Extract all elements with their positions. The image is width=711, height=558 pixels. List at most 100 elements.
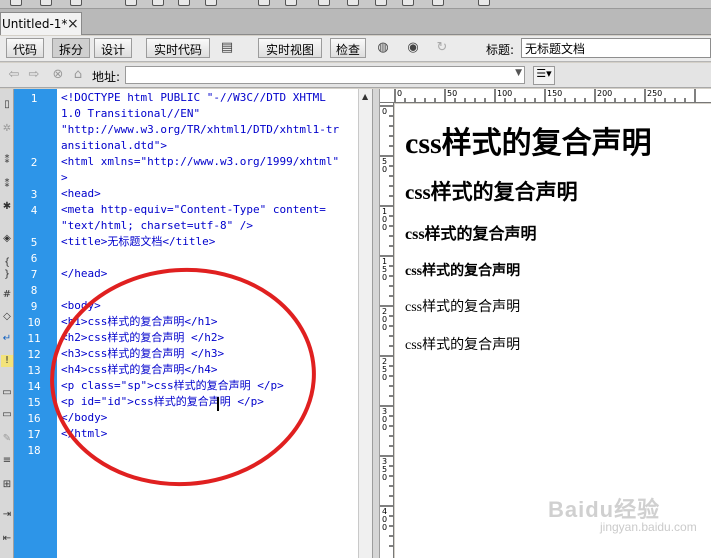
ruler-label: 100 [497,89,513,98]
toolbar-icon[interactable] [40,0,52,6]
toolbar-icon[interactable] [152,0,164,6]
highlight-invalid-code-icon[interactable]: ◇ [1,311,13,323]
toolbar-icon[interactable] [205,0,217,6]
code-line: <meta http-equiv="Content-Type" content= [61,203,326,216]
line-number: 17 [27,428,41,441]
horizontal-ruler: 0 50 100 150 200 250 [380,89,711,103]
collapse-full-tag-icon[interactable]: ⁑ [1,155,13,167]
line-numbers-icon[interactable]: # [1,289,13,301]
scroll-up-arrow-icon[interactable]: ▲ [362,92,368,101]
line-number: 8 [30,284,38,297]
check-compatibility-icon[interactable]: ▤ [218,40,236,56]
code-line: 1.0 Transitional//EN" [61,107,201,120]
wrap-tag-icon[interactable]: ✎ [1,433,13,445]
back-arrow-icon[interactable]: ⇦ [6,67,22,83]
live-view-button[interactable]: 实时视图 [258,38,322,58]
move-css-icon[interactable]: ⊞ [1,479,13,491]
toolbar-icon[interactable] [478,0,490,6]
vertical-ruler: 0 50 100 150 200 250 300 350 400 [380,103,394,558]
ruler-label: 400 [381,507,388,532]
collapse-selection-icon[interactable]: ⁑ [1,179,13,191]
line-number: 2 [30,156,38,169]
toolbar-icon[interactable] [258,0,270,6]
line-number-gutter: 1 2 3 4 5 6 7 8 9 10 11 12 13 14 15 16 1… [14,89,57,558]
toolbar-icon[interactable] [347,0,359,6]
line-number: 10 [27,316,41,329]
open-documents-icon[interactable]: ▯ [1,99,13,111]
stop-icon[interactable]: ⊗ [50,67,66,83]
address-bar: ⇦ ⇨ ⊗ ⌂ 地址: ▼ ☰▾ [0,63,711,88]
line-number: 13 [27,364,41,377]
code-line: <body> [61,299,101,312]
split-view-button[interactable]: 拆分 [52,38,90,58]
line-number: 15 [27,396,41,409]
forward-arrow-icon[interactable]: ⇨ [26,67,42,83]
toolbar-icon[interactable] [178,0,190,6]
expand-all-icon[interactable]: ✱ [1,201,13,213]
inspect-button[interactable]: 检查 [330,38,366,58]
globe-icon[interactable]: ◍ [374,40,392,56]
line-number: 6 [30,252,38,265]
document-toolbar: 代码 拆分 设计 实时代码 ▤ 实时视图 检查 ◍ ◉ ↻ 标题: [0,36,711,62]
chevron-down-icon[interactable]: ▼ [515,68,522,78]
code-line: <p class="sp">css样式的复合声明 </p> [61,379,284,392]
toolbar-icon[interactable] [375,0,387,6]
address-input[interactable]: ▼ [125,66,525,84]
toolbar-icon[interactable] [10,0,22,6]
outdent-code-icon[interactable]: ⇤ [1,533,13,545]
preview-h1: css样式的复合声明 [405,127,652,160]
toolbar-icon[interactable] [432,0,444,6]
preview-h2: css样式的复合声明 [405,180,578,204]
ruler-label: 50 [447,89,458,98]
preview-h3: css样式的复合声明 [405,226,537,243]
ruler-label: 200 [381,307,388,332]
code-view-button[interactable]: 代码 [6,38,44,58]
code-line: <html xmlns="http://www.w3.org/1999/xhtm… [61,155,340,168]
close-tab-icon[interactable]: × [67,16,79,32]
remove-comment-icon[interactable]: ▭ [1,409,13,421]
document-tab[interactable]: Untitled-1* × [0,12,82,35]
line-number: 18 [27,444,41,457]
live-code-button[interactable]: 实时代码 [146,38,210,58]
code-line: <h1>css样式的复合声明</h1> [61,315,218,328]
preview-paragraph-sp: css样式的复合声明 [405,300,521,315]
document-title-field[interactable] [521,38,711,58]
indent-code-icon[interactable]: ⇥ [1,509,13,521]
show-code-navigator-icon[interactable]: ✲ [1,123,13,135]
code-line: <title>无标题文档</title> [61,235,216,248]
toolbar-icon[interactable] [402,0,414,6]
toolbar-icon[interactable] [125,0,137,6]
design-view[interactable]: css样式的复合声明 css样式的复合声明 css样式的复合声明 css样式的复… [395,104,711,558]
line-number: 11 [27,332,41,345]
coding-toolbar: ▯ ✲ ⁑ ⁑ ✱ ◈ { } # ◇ ↵ ! ▭ ▭ ✎ ≡ ⊞ ⇥ ⇤ [0,89,14,558]
toolbar-icon[interactable] [285,0,297,6]
syntax-error-alerts-icon[interactable]: ! [1,355,13,367]
select-parent-tag-icon[interactable]: ◈ [1,233,13,245]
word-wrap-icon[interactable]: ↵ [1,333,13,345]
code-line: <h3>css样式的复合声明 </h3> [61,347,225,360]
ruler-label: 350 [381,457,388,482]
toolbar-icon[interactable] [70,0,82,6]
recent-snippets-icon[interactable]: ≡ [1,455,13,467]
code-line: </html> [61,427,108,440]
ruler-label: 150 [381,257,388,282]
split-divider[interactable] [372,89,380,558]
apply-comment-icon[interactable]: ▭ [1,387,13,399]
home-icon[interactable]: ⌂ [70,67,86,83]
code-editor[interactable]: <!DOCTYPE html PUBLIC "-//W3C//DTD XHTML… [57,89,358,558]
preview-h4: css样式的复合声明 [405,264,521,279]
visual-aids-icon[interactable]: ◉ [404,40,422,56]
ruler-label: 100 [381,207,388,232]
preview-paragraph-id: css样式的复合声明 [405,338,521,353]
balance-braces-icon[interactable]: { } [1,257,13,280]
toolbar-icon[interactable] [318,0,330,6]
code-line: <head> [61,187,101,200]
refresh-icon[interactable]: ↻ [433,40,451,56]
line-number: 12 [27,348,41,361]
design-view-button[interactable]: 设计 [94,38,132,58]
code-scrollbar[interactable] [358,89,372,558]
code-line: <h4>css样式的复合声明</h4> [61,363,218,376]
view-options-button[interactable]: ☰▾ [533,66,555,85]
ruler-label: 250 [647,89,663,98]
code-line: </head> [61,267,108,280]
